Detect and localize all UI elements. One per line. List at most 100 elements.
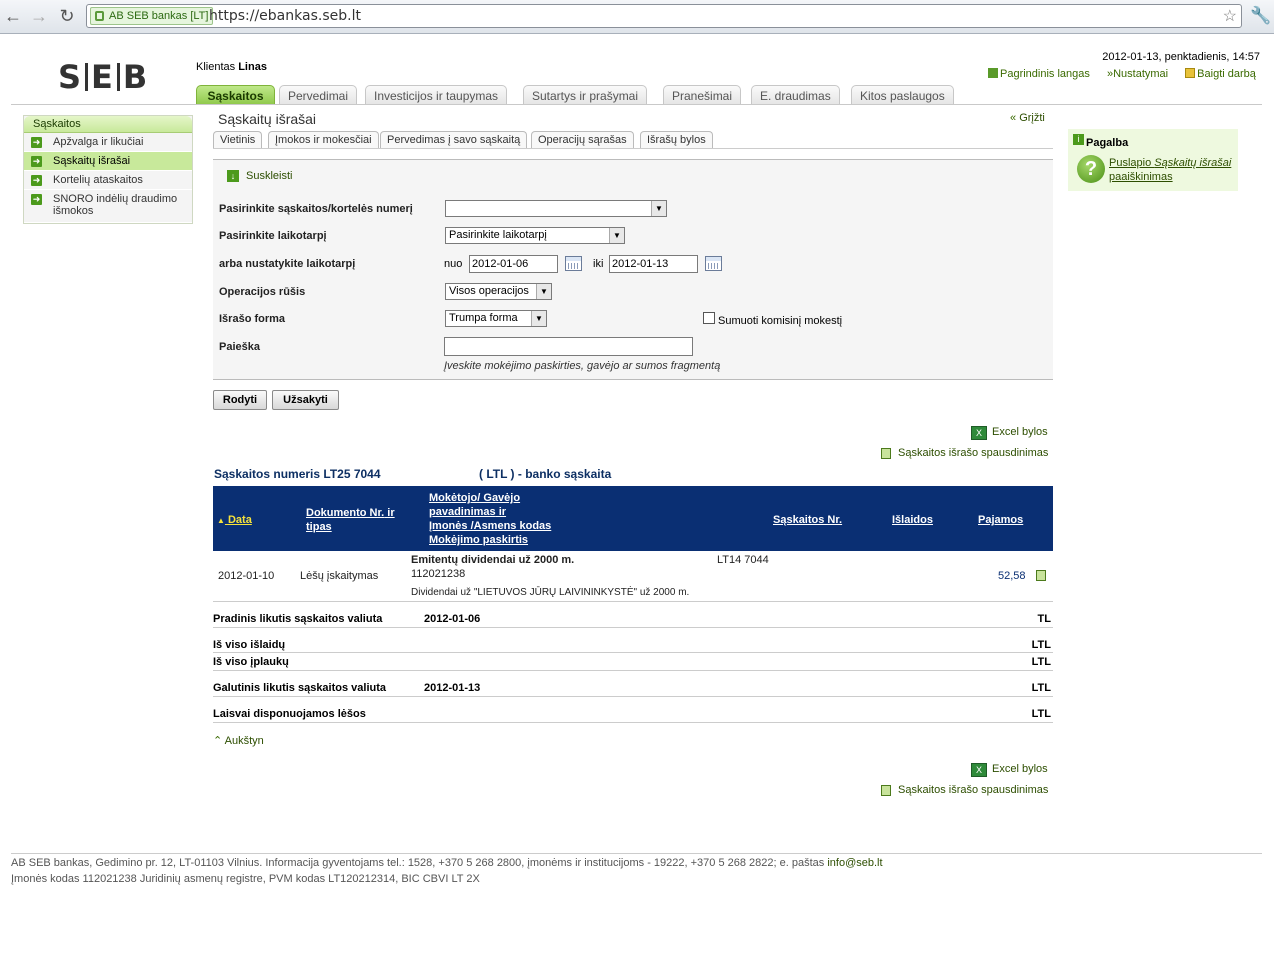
back-link[interactable]: « Grįžti	[1010, 112, 1045, 124]
collapse-link[interactable]: Suskleisti	[246, 170, 292, 182]
row-purpose: Dividendai už "LIETUVOS JŪRŲ LAIVININKYS…	[411, 587, 690, 598]
print-icon[interactable]	[881, 448, 891, 459]
seb-logo[interactable]: SEB	[58, 58, 148, 96]
opening-balance-label: Pradinis likutis sąskaitos valiuta	[213, 613, 383, 625]
search-label: Paieška	[219, 341, 260, 353]
print-link[interactable]: Sąskaitos išrašo spausdinimas	[898, 784, 1048, 796]
arrow-right-icon: ➜	[31, 137, 42, 148]
settings-link[interactable]: »Nustatymai	[1107, 68, 1168, 80]
column-payer[interactable]: Mokėtojo/ Gavėjo pavadinimas ir Įmonės /…	[429, 491, 551, 547]
logout-link[interactable]: Baigti darbą	[1185, 68, 1256, 80]
print-icon[interactable]	[881, 785, 891, 796]
total-expenses-currency: LTL	[1031, 639, 1051, 651]
forward-arrow-icon[interactable]: →	[28, 6, 50, 26]
calendar-icon[interactable]	[705, 256, 722, 271]
tab-investments[interactable]: Investicijos ir taupymas	[365, 85, 508, 105]
footer-registry: Įmonės kodas 112021238 Juridinių asmenų …	[11, 873, 480, 885]
from-date-input[interactable]: 2012-01-06	[469, 255, 558, 273]
dropdown-arrow-icon: ▼	[531, 311, 546, 326]
row-divider	[213, 652, 1053, 653]
tab-accounts[interactable]: Sąskaitos	[196, 85, 275, 105]
details-icon[interactable]	[1036, 570, 1046, 581]
arrow-right-icon: ➜	[31, 175, 42, 186]
page-title: Sąskaitų išrašai	[218, 111, 317, 127]
opening-balance-currency: TL	[1037, 613, 1051, 625]
order-button[interactable]: Užsakyti	[272, 390, 339, 410]
excel-link[interactable]: Excel bylos	[992, 426, 1048, 438]
row-divider	[213, 670, 1053, 671]
column-expenses[interactable]: Išlaidos	[892, 513, 933, 527]
column-account-number[interactable]: Sąskaitos Nr.	[773, 513, 842, 527]
reload-icon[interactable]: ↻	[56, 6, 78, 26]
operation-type-select[interactable]: Visos operacijos ▼	[445, 283, 552, 300]
sidebar-item-statements[interactable]: ➜ Sąskaitų išrašai	[24, 152, 192, 171]
sum-fee-checkbox[interactable]	[703, 312, 715, 324]
row-divider	[213, 627, 1053, 628]
subtab-statement-files[interactable]: Išrašų bylos	[640, 131, 713, 149]
column-document[interactable]: Dokumento Nr. ir tipas	[306, 506, 395, 534]
statement-form: ↓ Suskleisti Pasirinkite sąskaitos/korte…	[213, 159, 1053, 380]
footer-email-link[interactable]: info@seb.lt	[827, 857, 882, 869]
account-label: Pasirinkite sąskaitos/kortelės numerį	[219, 203, 413, 215]
total-income-label: Iš viso įplaukų	[213, 656, 289, 668]
client-name: Linas	[238, 61, 267, 73]
dropdown-arrow-icon: ▼	[536, 284, 551, 299]
closing-balance-currency: LTL	[1031, 682, 1051, 694]
sidebar-item-overview[interactable]: ➜ Apžvalga ir likučiai	[24, 133, 192, 152]
from-label: nuo	[444, 258, 463, 270]
calendar-icon[interactable]	[565, 256, 582, 271]
row-divider	[213, 722, 1053, 723]
subtab-payments-taxes[interactable]: Įmokos ir mokesčiai	[268, 131, 379, 149]
available-funds-label: Laisvai disponuojamos lėšos	[213, 708, 366, 720]
security-badge[interactable]: AB SEB bankas [LT]	[90, 7, 214, 25]
excel-icon[interactable]: X	[971, 763, 987, 777]
column-date[interactable]: ▲ Data	[217, 513, 252, 528]
address-bar[interactable]: AB SEB bankas [LT] https://ebankas.seb.l…	[86, 4, 1242, 28]
home-link[interactable]: Pagrindinis langas	[988, 68, 1090, 80]
help-link[interactable]: Puslapio Sąskaitų išrašai paaiškinimas	[1109, 156, 1235, 184]
back-to-top[interactable]: ⌃ Aukštyn	[213, 734, 264, 747]
excel-link[interactable]: Excel bylos	[992, 763, 1048, 775]
to-date-input[interactable]: 2012-01-13	[609, 255, 698, 273]
format-select[interactable]: Trumpa forma ▼	[445, 310, 547, 327]
account-select[interactable]: ▼	[445, 200, 667, 217]
back-arrow-icon[interactable]: ←	[2, 6, 24, 26]
url-text[interactable]: https://ebankas.seb.lt	[209, 8, 361, 24]
search-input[interactable]	[444, 337, 693, 356]
operation-type-label: Operacijos rūšis	[219, 286, 306, 298]
subtab-operations[interactable]: Operacijų sąrašas	[531, 131, 634, 149]
sidebar-item-card-reports[interactable]: ➜ Kortelių ataskaitos	[24, 171, 192, 190]
custom-period-label: arba nustatykite laikotarpį	[219, 258, 356, 270]
column-income[interactable]: Pajamos	[978, 513, 1023, 527]
arrow-right-icon: ➜	[31, 156, 42, 167]
excel-icon[interactable]: X	[971, 426, 987, 440]
search-hint: Įveskite mokėjimo paskirties, gavėjo ar …	[444, 360, 721, 372]
row-doc-type: Lėšų įskaitymas	[300, 570, 379, 582]
row-income: 52,58	[998, 570, 1026, 582]
home-icon	[988, 68, 998, 78]
total-expenses-label: Iš viso išlaidų	[213, 639, 286, 651]
sort-up-icon: ▲	[217, 516, 225, 525]
print-link[interactable]: Sąskaitos išrašo spausdinimas	[898, 447, 1048, 459]
tab-transfers[interactable]: Pervedimai	[279, 85, 358, 105]
tab-insurance[interactable]: E. draudimas	[751, 85, 840, 105]
tab-messages[interactable]: Pranešimai	[663, 85, 742, 105]
row-divider	[213, 601, 1053, 602]
bookmark-star-icon[interactable]: ☆	[1223, 6, 1237, 26]
period-select[interactable]: Pasirinkite laikotarpį ▼	[445, 227, 625, 244]
sidebar-item-snoro[interactable]: ➜ SNORO indėlių draudimo išmokos	[24, 190, 192, 223]
current-datetime: 2012-01-13, penktadienis, 14:57	[1102, 51, 1260, 63]
tab-contracts[interactable]: Sutartys ir prašymai	[523, 85, 648, 105]
subtabs-divider	[213, 148, 1053, 149]
header-divider	[11, 104, 1262, 105]
subtab-own-transfer[interactable]: Pervedimas į savo sąskaitą	[380, 131, 528, 149]
tab-other-services[interactable]: Kitos paslaugos	[851, 85, 954, 105]
wrench-icon[interactable]: 🔧	[1250, 6, 1271, 26]
double-chevron-up-icon: ⌃	[213, 735, 223, 747]
footer-contact: AB SEB bankas, Gedimino pr. 12, LT-01103…	[11, 857, 883, 869]
show-button[interactable]: Rodyti	[213, 390, 267, 410]
top-links: Pagrindinis langas »Nustatymai Baigti da…	[988, 68, 1270, 80]
opening-balance-date: 2012-01-06	[424, 613, 481, 625]
collapse-arrow-icon[interactable]: ↓	[227, 170, 239, 182]
subtab-local[interactable]: Vietinis	[213, 131, 263, 149]
